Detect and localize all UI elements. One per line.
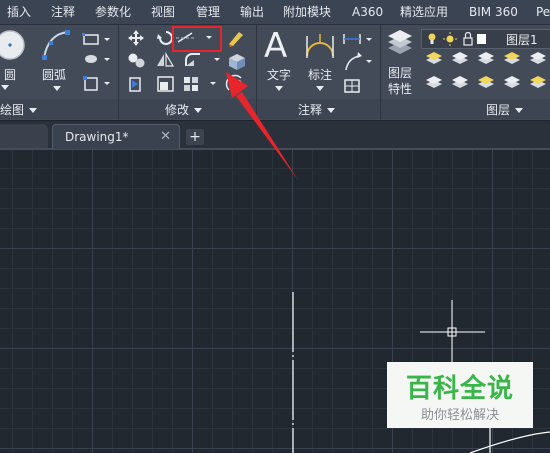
- watermark-subtitle: 助你轻松解决: [420, 408, 499, 423]
- watermark-title: 百科全说: [405, 374, 514, 404]
- watermark-logo: 百科全说 助你轻松解决: [387, 362, 533, 428]
